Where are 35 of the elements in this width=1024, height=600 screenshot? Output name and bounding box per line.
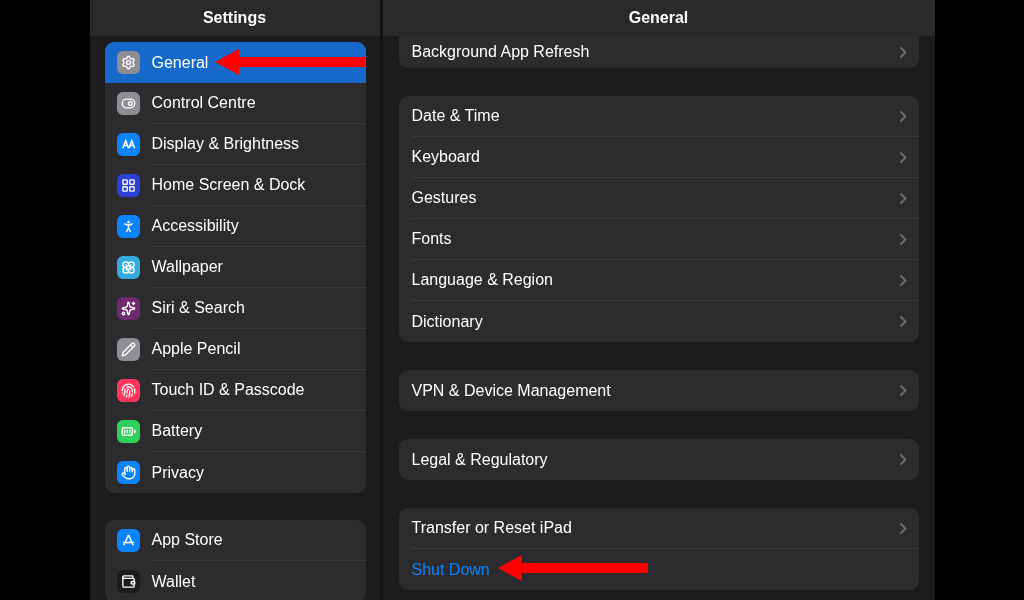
chevron-icon [898,191,907,205]
chevron-icon [898,384,907,397]
sidebar-item[interactable]: Touch ID & Passcode [104,370,366,411]
sidebar-item[interactable]: Accessibility [104,206,366,247]
chevron-icon [898,315,907,328]
chevron-icon [898,109,907,123]
sidebar-item[interactable]: Control Centre [104,83,366,124]
settings-row[interactable]: VPN & Device Management [398,370,919,411]
settings-row[interactable]: Legal & Regulatory [398,439,919,480]
chevron-icon [898,453,907,466]
chevron-icon [898,521,907,535]
sidebar-title: Settings [89,0,380,36]
sidebar-item[interactable]: Apple Pencil [104,329,366,370]
action-row[interactable]: Shut Down [398,549,919,590]
settings-row[interactable]: Transfer or Reset iPad [398,508,919,549]
chevron-icon [898,273,907,287]
settings-row[interactable]: Language & Region [398,260,919,301]
settings-row[interactable]: Fonts [398,219,919,260]
settings-row[interactable]: Keyboard [398,137,919,178]
sidebar-item[interactable]: Battery [104,411,366,452]
settings-row[interactable]: Date & Time [398,96,919,137]
sidebar-item[interactable]: Home Screen & Dock [104,165,366,206]
sidebar-item[interactable]: Privacy [104,452,366,493]
sidebar-item[interactable]: App Store [104,520,366,561]
sidebar-item[interactable]: Siri & Search [104,288,366,329]
settings-row[interactable]: Gestures [398,178,919,219]
sidebar-item[interactable]: Wallet [104,561,366,600]
page-title: General [382,0,935,36]
sidebar-item[interactable]: Wallpaper [104,247,366,288]
chevron-icon [898,232,907,246]
sidebar-item[interactable]: Display & Brightness [104,124,366,165]
chevron-icon [898,150,907,164]
settings-row[interactable]: Background App Refresh [398,36,919,68]
chevron-icon [898,45,907,59]
settings-row[interactable]: Dictionary [398,301,919,342]
